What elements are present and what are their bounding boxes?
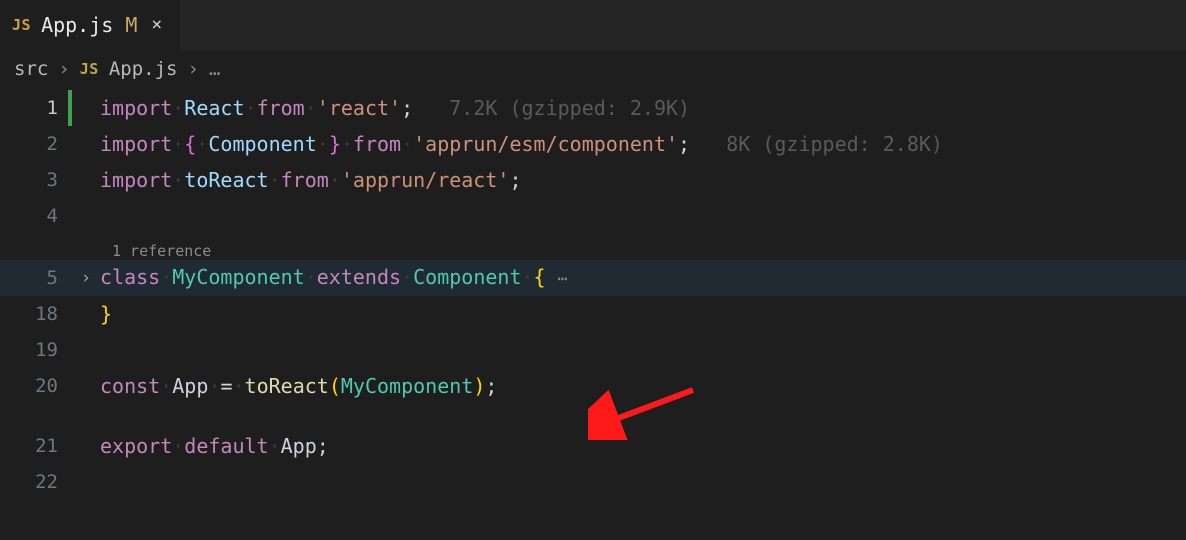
line-number[interactable]: 22 (0, 471, 68, 493)
codelens-row: 1 reference (0, 234, 1186, 260)
close-icon[interactable]: × (147, 14, 166, 36)
line-number[interactable]: 20 (0, 375, 68, 397)
breadcrumb-symbol[interactable]: … (209, 58, 220, 80)
tab-appjs[interactable]: JS App.js M × (0, 0, 181, 50)
code-content[interactable]: class·MyComponent·extends·Component·{ ⋯ (100, 259, 1186, 297)
code-content[interactable]: } (100, 296, 1186, 332)
codelens-references[interactable]: 1 reference (100, 242, 211, 260)
gutter-modified-indicator (68, 126, 72, 162)
line-number[interactable]: 3 (0, 169, 68, 191)
code-line[interactable]: 1 import·React·from·'react'; 7.2K (gzipp… (0, 90, 1186, 126)
code-line[interactable]: 5 › class·MyComponent·extends·Component·… (0, 260, 1186, 296)
line-number[interactable]: 5 (0, 267, 68, 289)
line-number[interactable]: 21 (0, 435, 68, 457)
js-file-icon: JS (12, 16, 31, 34)
tab-bar: JS App.js M × (0, 0, 1186, 50)
gutter-modified-indicator (68, 162, 72, 198)
code-line[interactable]: 3 import·toReact·from·'apprun/react'; (0, 162, 1186, 198)
code-content[interactable]: export·default·App; (100, 428, 1186, 464)
code-content[interactable]: import·React·from·'react'; 7.2K (gzipped… (100, 90, 1186, 126)
tab-title: App.js (41, 13, 113, 37)
code-line[interactable]: 21 export·default·App; (0, 428, 1186, 464)
code-content[interactable]: const·App·=·toReact(MyComponent); (100, 368, 1186, 404)
line-number[interactable]: 19 (0, 339, 68, 361)
import-cost-annotation: 7.2K (gzipped: 2.9K) (449, 96, 690, 120)
line-number[interactable]: 1 (0, 97, 68, 119)
code-line[interactable]: 22 (0, 464, 1186, 500)
fold-toggle-icon[interactable]: › (72, 268, 100, 288)
code-line[interactable]: 18 } (0, 296, 1186, 332)
js-file-icon: JS (80, 60, 99, 78)
line-number[interactable]: 4 (0, 205, 68, 227)
chevron-right-icon: › (187, 58, 198, 80)
chevron-right-icon: › (58, 58, 69, 80)
code-content[interactable]: import·toReact·from·'apprun/react'; (100, 162, 1186, 198)
code-line[interactable]: 2 import·{·Component·}·from·'apprun/esm/… (0, 126, 1186, 162)
code-line[interactable]: 20 const·App·=·toReact(MyComponent); (0, 368, 1186, 404)
breadcrumb[interactable]: src › JS App.js › … (0, 50, 1186, 88)
code-editor[interactable]: 1 import·React·from·'react'; 7.2K (gzipp… (0, 88, 1186, 500)
gutter-modified-indicator (68, 90, 72, 126)
folded-code-ellipsis-icon[interactable]: ⋯ (558, 269, 568, 288)
line-number[interactable]: 18 (0, 303, 68, 325)
breadcrumb-folder[interactable]: src (14, 58, 48, 80)
import-cost-annotation: 8K (gzipped: 2.8K) (726, 132, 943, 156)
code-line[interactable]: 4 (0, 198, 1186, 234)
line-number[interactable]: 2 (0, 133, 68, 155)
breadcrumb-file[interactable]: App.js (109, 58, 178, 80)
modified-indicator: M (125, 13, 137, 37)
code-content[interactable]: import·{·Component·}·from·'apprun/esm/co… (100, 126, 1186, 162)
code-line[interactable] (0, 404, 1186, 428)
code-line[interactable]: 19 (0, 332, 1186, 368)
